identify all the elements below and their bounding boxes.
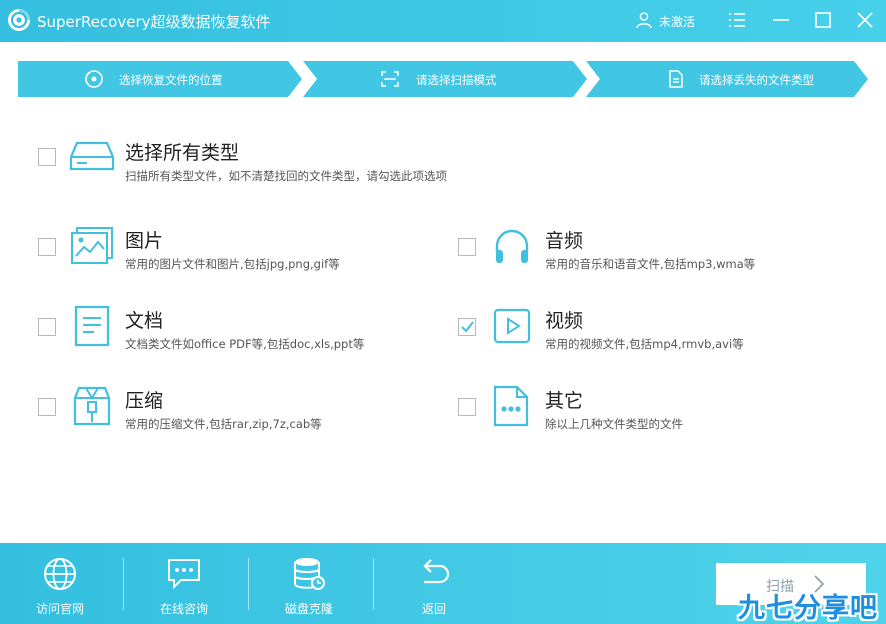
step-indicator: 选择恢复文件的位置 请选择扫描模式 请选择丢失的文件类型 [18,61,868,97]
option-title: 音频 [545,230,584,252]
chat-icon [168,559,200,590]
step-label: 选择恢复文件的位置 [119,73,223,87]
watermark-text: 九七分享吧 [738,593,878,624]
option-description: 常用的压缩文件,包括rar,zip,7z,cab等 [125,417,322,431]
play-icon [493,308,531,344]
button-label: 磁盘克隆 [284,602,333,616]
visit-website-button[interactable]: 访问官网 [0,543,120,624]
option-title: 视频 [545,310,584,332]
option-title: 其它 [545,390,584,412]
button-label: 访问官网 [35,602,84,616]
app-title: SuperRecovery超级数据恢复软件 [37,13,271,31]
option-description: 除以上几种文件类型的文件 [545,417,683,431]
checkbox-archive[interactable] [38,398,56,416]
checkbox-other[interactable] [458,398,476,416]
option-title: 文档 [125,310,164,332]
option-description: 常用的音乐和语音文件,包括mp3,wma等 [545,257,756,271]
option-description: 常用的视频文件,包括mp4,rmvb,avi等 [545,337,744,351]
scan-frame-icon [381,71,399,87]
headphones-icon [495,229,529,263]
minimize-icon[interactable] [770,9,792,31]
activation-status[interactable]: 未激活 [659,13,695,30]
close-icon[interactable] [854,9,876,31]
checkbox-video[interactable] [458,318,476,336]
checkbox-all-types[interactable] [38,148,56,166]
button-label: 在线咨询 [159,602,208,616]
back-button[interactable]: 返回 [374,543,494,624]
more-file-icon [493,385,529,427]
option-title: 图片 [125,230,164,252]
app-window: SuperRecovery超级数据恢复软件 未激活 选择恢复文件的位置 请选择扫… [0,0,886,624]
checkmark-icon [461,321,474,333]
database-icon [294,558,325,590]
location-disc-icon [85,70,103,88]
step-label: 请选择丢失的文件类型 [699,73,814,87]
step-label: 请选择扫描模式 [416,73,497,87]
menu-icon[interactable] [726,9,748,31]
option-title: 压缩 [125,390,164,412]
step-scan-mode: 请选择扫描模式 [303,61,587,97]
step-location: 选择恢复文件的位置 [18,61,302,97]
online-consult-button[interactable]: 在线咨询 [124,543,244,624]
text-document-icon [74,305,110,347]
step-file-type: 请选择丢失的文件类型 [586,61,868,97]
user-icon[interactable] [635,11,653,29]
checkbox-document[interactable] [38,318,56,336]
title-bar: SuperRecovery超级数据恢复软件 未激活 [0,0,886,42]
button-label: 返回 [421,602,446,616]
option-description: 文档类文件如office PDF等,包括doc,xls,ppt等 [125,337,365,351]
back-arrow-icon [423,559,450,584]
document-icon [669,70,683,88]
checkbox-audio[interactable] [458,238,476,256]
disk-clone-button[interactable]: 磁盘克隆 [249,543,369,624]
app-logo-icon [8,9,30,31]
maximize-icon[interactable] [812,9,834,31]
checkbox-image[interactable] [38,238,56,256]
option-description: 常用的图片文件和图片,包括jpg,png,gif等 [125,257,340,271]
option-title: 选择所有类型 [125,142,240,164]
picture-icon [71,227,113,264]
option-description: 扫描所有类型文件，如不清楚找回的文件类型，请勾选此项选项 [125,169,447,183]
globe-icon [44,558,76,590]
drive-icon [69,141,115,171]
archive-icon [73,386,111,426]
